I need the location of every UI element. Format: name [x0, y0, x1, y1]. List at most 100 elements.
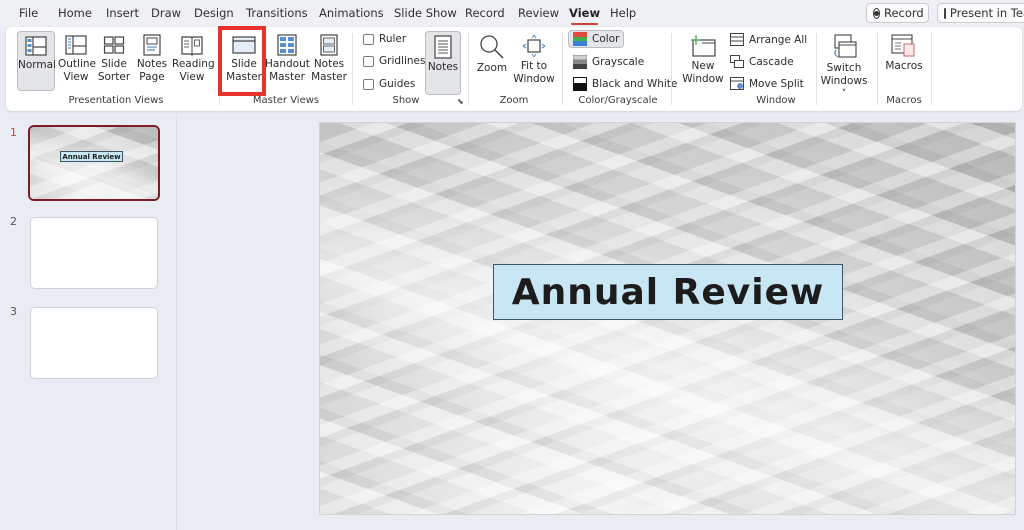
notes-page-icon [143, 34, 161, 56]
show-dialog-launcher-icon[interactable]: ⬊ [457, 97, 464, 106]
group-label-zoom: Zoom [499, 95, 529, 106]
slide-sorter-button[interactable]: Slide Sorter [97, 31, 131, 91]
separator [468, 33, 469, 105]
fit-to-window-label: Fit to Window [513, 60, 555, 85]
ruler-checkbox[interactable]: Ruler [363, 33, 406, 45]
guides-checkbox[interactable]: Guides [363, 78, 415, 90]
tab-draw[interactable]: Draw [151, 6, 181, 20]
zoom-button[interactable]: Zoom [473, 31, 511, 91]
slide-title-textbox[interactable]: Annual Review [493, 264, 843, 320]
slide-thumbnail-pane: 1 Annual Review 2 3 [0, 114, 177, 530]
slide-thumbnail-3[interactable] [30, 307, 158, 379]
group-label-color-grayscale: Color/Grayscale [578, 95, 658, 106]
group-label-macros: Macros [886, 95, 922, 106]
tab-record[interactable]: Record [465, 6, 505, 20]
separator [931, 33, 932, 105]
fit-to-window-icon [522, 34, 546, 58]
normal-view-button[interactable]: Normal [17, 31, 56, 91]
guides-label: Guides [379, 78, 416, 90]
cascade-label: Cascade [749, 55, 794, 68]
switch-windows-button[interactable]: Switch Windows ˅ [820, 31, 868, 100]
macros-icon [891, 34, 915, 57]
macros-button[interactable]: Macros [884, 31, 924, 91]
tab-animations[interactable]: Animations [319, 6, 384, 20]
move-split-icon [730, 77, 744, 90]
ribbon: Normal Outline View Slide Sorter Notes P… [6, 27, 1022, 111]
grayscale-label: Grayscale [592, 56, 645, 68]
menu-bar: File Home Insert Draw Design Transitions… [0, 0, 1024, 26]
notes-page-label: Notes Page [136, 58, 168, 83]
present-button-label: Present in Tea [949, 6, 1024, 20]
slide-number: 2 [10, 215, 17, 228]
ruler-checkbox-box[interactable] [363, 33, 374, 45]
handout-master-label: Handout Master [265, 58, 310, 83]
tab-slide-show[interactable]: Slide Show [394, 6, 457, 20]
move-split-button[interactable]: Move Split [730, 77, 804, 90]
color-label: Color [592, 33, 620, 45]
gridlines-checkbox-box[interactable] [363, 55, 374, 67]
tab-review[interactable]: Review [518, 6, 559, 20]
tab-insert[interactable]: Insert [106, 6, 139, 20]
arrange-all-label: Arrange All [749, 33, 808, 46]
handout-master-button[interactable]: Handout Master [265, 31, 310, 91]
tab-design[interactable]: Design [194, 6, 234, 20]
cascade-button[interactable]: Cascade [730, 55, 794, 68]
outline-view-label: Outline View [58, 58, 96, 83]
slide-thumbnail-2[interactable] [30, 217, 158, 289]
slide-master-highlight [218, 26, 266, 96]
tab-file[interactable]: File [19, 6, 38, 20]
normal-view-icon [25, 36, 47, 56]
group-label-master-views: Master Views [252, 95, 320, 106]
reading-view-label: Reading View [172, 58, 215, 83]
record-button[interactable]: Record [866, 3, 929, 23]
tab-home[interactable]: Home [58, 6, 92, 20]
group-label-presentation-views: Presentation Views [68, 95, 164, 106]
separator [562, 33, 563, 105]
tab-view[interactable]: View [569, 6, 600, 25]
group-label-window: Window [756, 95, 796, 106]
slide-canvas[interactable]: Annual Review [319, 122, 1016, 515]
handout-master-icon [277, 34, 297, 56]
cascade-icon [730, 55, 744, 68]
notes-master-label: Notes Master [311, 58, 347, 83]
present-in-teams-button[interactable]: Present in Tea [937, 3, 1024, 23]
slide-sorter-icon [103, 36, 125, 54]
slide-thumbnail-1[interactable]: Annual Review [28, 125, 160, 201]
book-background-image [30, 127, 158, 199]
guides-checkbox-box[interactable] [363, 78, 374, 90]
outline-view-icon [65, 35, 87, 55]
outline-view-button[interactable]: Outline View [58, 31, 96, 91]
grayscale-icon [573, 55, 587, 69]
reading-view-icon [181, 36, 203, 56]
record-button-label: Record [884, 6, 924, 20]
black-and-white-label: Black and White [592, 78, 678, 90]
grayscale-button[interactable]: Grayscale [573, 55, 644, 69]
reading-view-button[interactable]: Reading View [172, 31, 215, 91]
gridlines-checkbox[interactable]: Gridlines [363, 55, 425, 67]
move-split-label: Move Split [749, 77, 804, 90]
switch-windows-icon [834, 34, 857, 58]
group-label-show: Show [392, 95, 420, 106]
teams-icon [944, 7, 946, 19]
slide-number: 3 [10, 305, 17, 318]
notes-button[interactable]: Notes [425, 31, 461, 95]
fit-to-window-button[interactable]: Fit to Window [513, 31, 555, 91]
notes-page-button[interactable]: Notes Page [135, 31, 169, 91]
gridlines-label: Gridlines [379, 55, 426, 67]
tab-transitions[interactable]: Transitions [246, 6, 308, 20]
ruler-label: Ruler [379, 33, 407, 45]
separator [877, 33, 878, 105]
new-window-button[interactable]: New Window [680, 31, 726, 91]
new-window-icon [691, 35, 716, 57]
notes-icon [434, 35, 452, 59]
black-and-white-button[interactable]: Black and White [573, 77, 677, 91]
notes-master-button[interactable]: Notes Master [310, 31, 348, 91]
switch-windows-label: Switch Windows ˅ [820, 62, 868, 100]
macros-label: Macros [885, 60, 923, 72]
tab-help[interactable]: Help [610, 6, 636, 20]
arrange-all-button[interactable]: Arrange All [730, 33, 807, 46]
record-icon [873, 7, 880, 19]
thumb-title-box: Annual Review [60, 151, 123, 162]
color-button[interactable]: Color [568, 30, 625, 48]
new-window-label: New Window [682, 60, 724, 85]
